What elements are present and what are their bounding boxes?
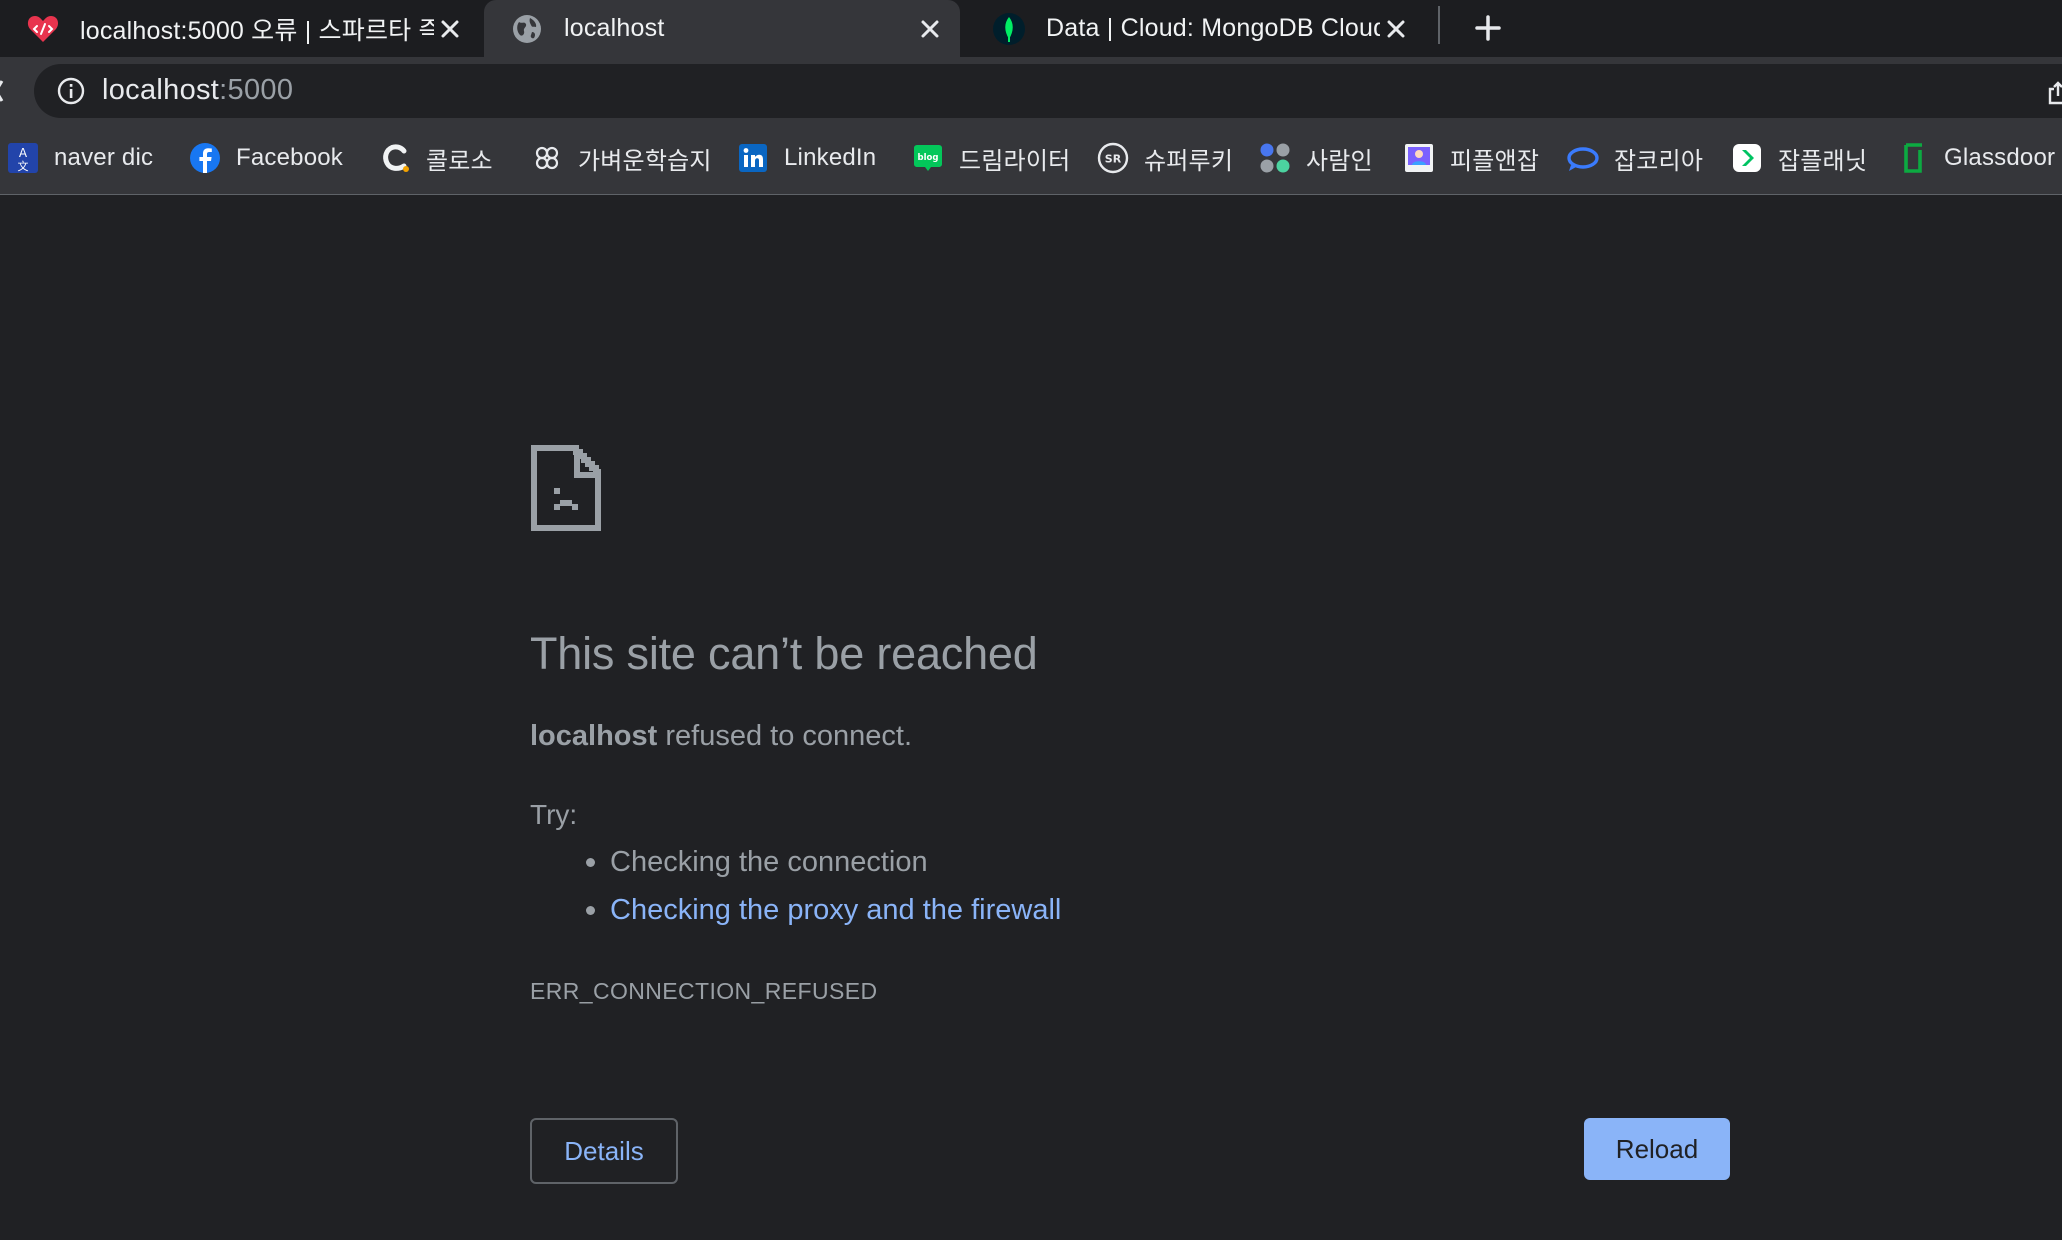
new-tab-button[interactable] [1466, 6, 1510, 50]
error-title: This site can’t be reached [530, 628, 1038, 679]
suggestion-check-connection: Checking the connection [586, 842, 1061, 890]
bookmark-label: 드림라이터 [959, 147, 1071, 175]
error-code: ERR_CONNECTION_REFUSED [530, 978, 878, 1004]
tab-mongodb-cloud[interactable]: Data | Cloud: MongoDB Cloud [966, 0, 1426, 57]
close-icon [1387, 20, 1405, 37]
naver-dictionary-icon: A 文 [8, 143, 38, 173]
svg-text:SR: SR [1105, 153, 1122, 166]
plus-icon [1475, 15, 1501, 41]
bookmark-label: 사람인 [1306, 147, 1373, 175]
tab-separator [1438, 6, 1440, 44]
bullet [586, 858, 595, 867]
address-bar[interactable]: localhost:5000 [34, 64, 2062, 118]
tab-close-button[interactable] [914, 13, 946, 45]
url-text[interactable]: localhost:5000 [102, 74, 293, 107]
try-label: Try: [530, 799, 578, 830]
reload-button[interactable]: Reload [1584, 1118, 1730, 1180]
code-heart-icon [27, 15, 59, 42]
svg-text:blog: blog [918, 153, 939, 163]
tab-title: localhost [564, 14, 665, 42]
bookmark-peoplenjob[interactable]: 피플앤잡 [1402, 123, 1539, 193]
sad-document-icon [531, 445, 601, 531]
bookmark-label: Glassdoor [1944, 144, 2056, 171]
coloso-icon [383, 144, 409, 172]
bookmark-superookie[interactable]: SR 슈퍼루키 [1096, 123, 1233, 193]
bookmark-label: naver dic [54, 144, 154, 171]
bookmark-label: 슈퍼루키 [1144, 147, 1234, 175]
bullet [586, 906, 595, 915]
bookmark-dreamwriter[interactable]: blog 드림라이터 [911, 123, 1070, 193]
gabyeoun-icon [535, 146, 559, 170]
bookmark-saramin[interactable]: 사람인 [1258, 123, 1373, 193]
bookmark-label: 피플앤잡 [1450, 147, 1540, 175]
bookmark-naver-dic[interactable]: A 文 naver dic [6, 123, 153, 193]
url-host: localhost [102, 74, 220, 106]
bookmark-label: 잡코리아 [1614, 147, 1704, 175]
bookmark-coloso[interactable]: 콜로소 [378, 123, 493, 193]
facebook-icon [190, 143, 220, 173]
url-port: :5000 [219, 74, 294, 106]
close-icon [441, 20, 459, 37]
bookmark-jobkorea[interactable]: 잡코리아 [1566, 123, 1703, 193]
glassdoor-icon [1904, 143, 1922, 173]
jobplanet-icon [1733, 144, 1761, 172]
globe-icon [513, 14, 541, 43]
tab-localhost-5000-error[interactable]: localhost:5000 오류 | 스파르타 즉 [0, 0, 480, 57]
error-host: localhost [530, 720, 658, 752]
tab-close-button[interactable] [434, 13, 466, 45]
bookmark-glassdoor[interactable]: Glassdoor [1896, 123, 2055, 193]
back-arrow-icon[interactable] [0, 79, 4, 103]
linkedin-icon [739, 144, 767, 172]
bookmark-label: 가벼운학습지 [578, 147, 712, 175]
tab-title: Data | Cloud: MongoDB Cloud [1046, 14, 1380, 42]
bookmarks-bar: A 文 naver dic Facebook 콜로소 가벼운학습지 Linked… [0, 123, 2062, 195]
suggestion-text: Checking the connection [610, 846, 928, 878]
browser-toolbar: localhost:5000 [0, 57, 2062, 123]
suggestions-list: Checking the connection Checking the pro… [530, 842, 1061, 938]
bookmark-facebook[interactable]: Facebook [188, 123, 343, 193]
jobkorea-icon [1567, 147, 1599, 171]
error-message: refused to connect. [657, 720, 913, 752]
bookmark-jobplanet[interactable]: 잡플래닛 [1730, 123, 1867, 193]
saramin-icon [1260, 143, 1290, 173]
suggestion-check-proxy-firewall-link[interactable]: Checking the proxy and the firewall [586, 890, 1061, 938]
bookmark-label: 콜로소 [426, 147, 493, 175]
details-button[interactable]: Details [530, 1118, 678, 1184]
bookmark-label: Facebook [236, 144, 343, 171]
error-description: localhost refused to connect. [530, 720, 912, 753]
share-icon[interactable] [2048, 81, 2062, 105]
tab-strip: localhost:5000 오류 | 스파르타 즉 localhost Dat… [0, 0, 2062, 57]
close-icon [921, 20, 939, 37]
tab-title: localhost:5000 오류 | 스파르타 즉 [80, 16, 434, 45]
tab-localhost[interactable]: localhost [484, 0, 960, 57]
superookie-icon: SR [1097, 142, 1129, 174]
bookmark-label: LinkedIn [784, 144, 877, 171]
peoplenjob-icon [1405, 144, 1433, 172]
svg-text:文: 文 [18, 159, 29, 173]
info-icon[interactable] [56, 76, 86, 106]
suggestion-text[interactable]: Checking the proxy and the firewall [610, 894, 1061, 926]
error-page: This site can’t be reached localhost ref… [0, 196, 2062, 1240]
bookmark-linkedin[interactable]: LinkedIn [736, 123, 876, 193]
naver-blog-icon: blog [914, 145, 942, 171]
mongodb-leaf-icon [993, 12, 1025, 45]
tab-close-button[interactable] [1380, 13, 1412, 45]
bookmark-gabyeoun[interactable]: 가벼운학습지 [530, 123, 712, 193]
svg-text:A: A [19, 146, 28, 160]
bookmark-label: 잡플래닛 [1778, 147, 1868, 175]
